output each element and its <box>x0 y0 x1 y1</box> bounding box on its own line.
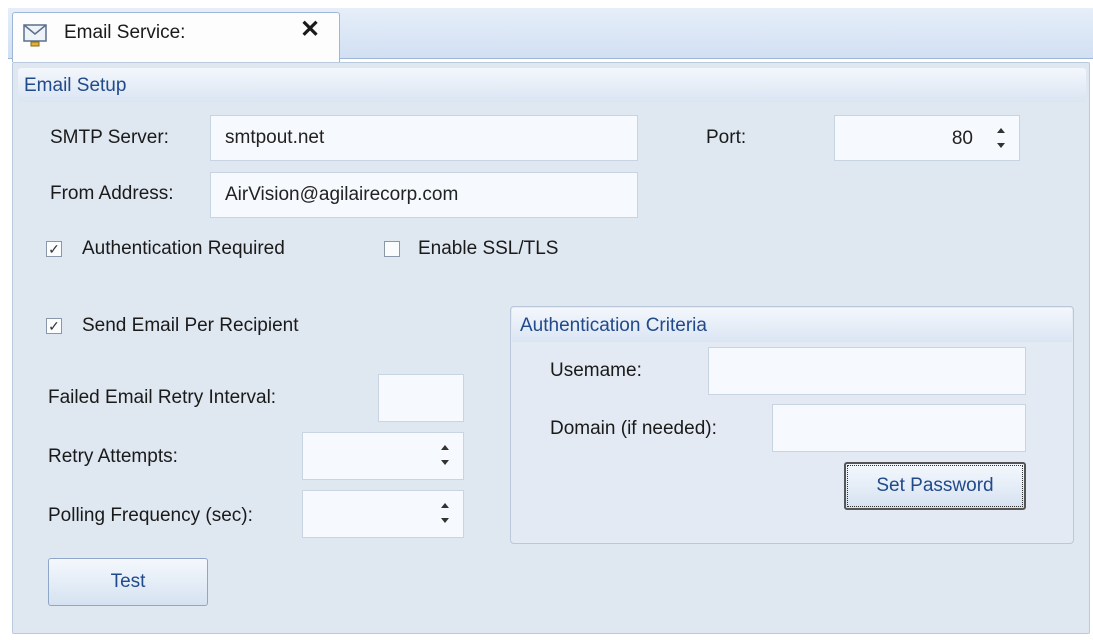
retry-interval-label: Failed Email Retry Interval: <box>48 387 277 408</box>
domain-input[interactable] <box>772 404 1026 452</box>
arrow-down-icon[interactable] <box>441 518 449 523</box>
polling-frequency-label: Polling Frequency (sec): <box>48 505 253 526</box>
from-address-label: From Address: <box>50 183 174 204</box>
tab-title: Email Service: <box>64 22 186 43</box>
spinner-arrows-icon[interactable] <box>439 503 451 523</box>
panel-title: Email Setup <box>24 75 127 96</box>
arrow-down-icon[interactable] <box>997 143 1005 148</box>
retry-attempts-label: Retry Attempts: <box>48 446 178 467</box>
from-address-input[interactable]: AirVision@agilairecorp.com <box>210 172 638 218</box>
arrow-up-icon[interactable] <box>441 503 449 508</box>
spinner-arrows-icon[interactable] <box>995 128 1007 148</box>
username-input[interactable] <box>708 347 1026 395</box>
smtp-server-input[interactable]: smtpout.net <box>210 115 638 161</box>
smtp-server-value: smtpout.net <box>225 127 325 148</box>
arrow-down-icon[interactable] <box>441 460 449 465</box>
email-service-icon <box>22 22 48 48</box>
smtp-server-label: SMTP Server: <box>50 127 169 148</box>
send-per-recipient-label: Send Email Per Recipient <box>82 315 299 336</box>
authentication-required-checkbox[interactable]: ✓ <box>46 241 62 257</box>
retry-interval-input[interactable] <box>378 374 464 422</box>
arrow-up-icon[interactable] <box>997 128 1005 133</box>
arrow-up-icon[interactable] <box>441 445 449 450</box>
domain-label: Domain (if needed): <box>550 418 717 439</box>
spinner-arrows-icon[interactable] <box>439 445 451 465</box>
username-label: Usemame: <box>550 360 642 381</box>
enable-ssl-checkbox[interactable] <box>384 241 400 257</box>
authentication-required-label: Authentication Required <box>82 238 285 259</box>
panel-header <box>18 68 1086 102</box>
polling-frequency-spinner[interactable] <box>302 490 464 538</box>
close-icon[interactable]: ✕ <box>300 18 320 42</box>
from-address-value: AirVision@agilairecorp.com <box>225 184 459 205</box>
port-label: Port: <box>706 127 747 148</box>
enable-ssl-label: Enable SSL/TLS <box>418 238 559 259</box>
set-password-button[interactable]: Set Password <box>844 462 1026 510</box>
port-spinner[interactable]: 80 <box>834 115 1020 161</box>
retry-attempts-spinner[interactable] <box>302 432 464 480</box>
authentication-criteria-title: Authentication Criteria <box>520 315 707 336</box>
test-button[interactable]: Test <box>48 558 208 606</box>
send-per-recipient-checkbox[interactable]: ✓ <box>46 318 62 334</box>
port-value: 80 <box>951 128 973 149</box>
